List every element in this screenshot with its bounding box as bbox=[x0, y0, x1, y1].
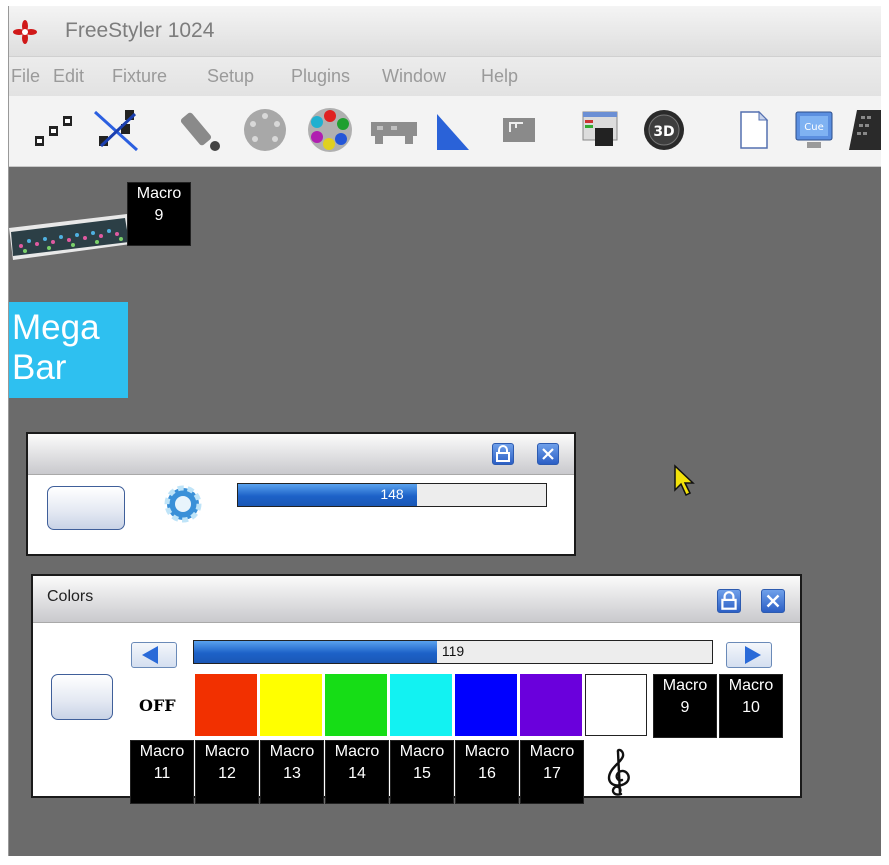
svg-text:3D: 3D bbox=[653, 124, 674, 140]
macro-label: Macro bbox=[728, 677, 774, 694]
macro-11-button[interactable]: Macro 11 bbox=[130, 740, 194, 804]
dmx-panel-icon[interactable] bbox=[499, 106, 539, 154]
color-swatch[interactable] bbox=[325, 674, 387, 736]
fixture-macro-number: 9 bbox=[154, 207, 164, 224]
new-document-icon[interactable] bbox=[735, 106, 771, 154]
colors-panel-header[interactable]: Colors bbox=[33, 576, 800, 623]
close-icon bbox=[766, 594, 780, 608]
spinner-icon bbox=[164, 485, 202, 523]
arrow-right-icon bbox=[745, 646, 761, 664]
color-swatch[interactable] bbox=[520, 674, 582, 736]
toolbar: 3D Cue bbox=[9, 96, 881, 167]
macro-16-button[interactable]: Macro 16 bbox=[455, 740, 519, 804]
color-swatch[interactable] bbox=[585, 674, 647, 736]
close-button[interactable] bbox=[761, 589, 785, 613]
menu-plugins[interactable]: Plugins bbox=[291, 66, 350, 87]
color-progress-value: 119 bbox=[441, 643, 465, 659]
macro-label: Macro bbox=[529, 743, 575, 760]
macro-label: Macro bbox=[139, 743, 185, 760]
colors-panel-title: Colors bbox=[47, 588, 94, 605]
fixture-name-line2: Bar bbox=[12, 348, 67, 387]
lock-button[interactable] bbox=[717, 589, 741, 613]
menu-bar: File Edit Fixture Setup Plugins Window H… bbox=[9, 56, 881, 97]
fixture-name-label[interactable]: Mega Bar bbox=[9, 302, 128, 398]
gobo-wheel-icon[interactable] bbox=[241, 106, 289, 154]
macro-number: 13 bbox=[283, 765, 301, 782]
color-swatch[interactable] bbox=[260, 674, 322, 736]
macro-number: 14 bbox=[348, 765, 366, 782]
freestyler-logo-icon bbox=[13, 20, 37, 44]
color-swatch[interactable] bbox=[390, 674, 452, 736]
macro-number: 10 bbox=[742, 699, 760, 716]
macro-number: 9 bbox=[680, 699, 690, 716]
macro-number: 12 bbox=[218, 765, 236, 782]
slope-icon[interactable] bbox=[433, 106, 473, 154]
macro-15-button[interactable]: Macro 15 bbox=[390, 740, 454, 804]
lock-icon bbox=[721, 591, 737, 610]
macro-9-button[interactable]: Macro 9 bbox=[653, 674, 717, 738]
panel-action-button[interactable] bbox=[47, 486, 125, 530]
menu-window[interactable]: Window bbox=[382, 66, 446, 87]
window-title: FreeStyler 1024 bbox=[65, 19, 215, 42]
macro-number: 15 bbox=[413, 765, 431, 782]
menu-file[interactable]: File bbox=[11, 66, 40, 87]
menu-edit[interactable]: Edit bbox=[53, 66, 84, 87]
disconnect-fixtures-icon[interactable] bbox=[91, 106, 143, 154]
next-button[interactable] bbox=[726, 642, 772, 668]
macro-17-button[interactable]: Macro 17 bbox=[520, 740, 584, 804]
close-button[interactable] bbox=[537, 443, 559, 465]
macro-10-button[interactable]: Macro 10 bbox=[719, 674, 783, 738]
led-bar-fixture-image[interactable] bbox=[9, 214, 131, 266]
color-wheel-icon[interactable] bbox=[305, 106, 355, 154]
macro-label: Macro bbox=[334, 743, 380, 760]
fixture-macro-badge[interactable]: Macro 9 bbox=[127, 182, 191, 246]
app-window: FreeStyler 1024 File Edit Fixture Setup … bbox=[8, 6, 881, 856]
close-icon bbox=[542, 448, 554, 460]
macro-14-button[interactable]: Macro 14 bbox=[325, 740, 389, 804]
fixture-name-line1: Mega bbox=[12, 308, 100, 347]
macro-label: Macro bbox=[269, 743, 315, 760]
color-progress-bar[interactable]: 119 bbox=[193, 640, 713, 664]
previous-button[interactable] bbox=[131, 642, 177, 668]
keyboard-icon[interactable] bbox=[847, 106, 881, 154]
title-bar: FreeStyler 1024 bbox=[9, 6, 881, 56]
3d-view-icon[interactable]: 3D bbox=[641, 106, 687, 154]
cue-editor-icon[interactable] bbox=[579, 106, 623, 154]
macro-number: 17 bbox=[543, 765, 561, 782]
connect-fixtures-icon[interactable] bbox=[31, 106, 79, 154]
color-swatch[interactable] bbox=[455, 674, 517, 736]
macro-label: Macro bbox=[399, 743, 445, 760]
colors-panel: Colors 119 OFF Macro 9 Macro 10 Macro 11… bbox=[31, 574, 802, 804]
macro-label: Macro bbox=[204, 743, 250, 760]
color-off-button[interactable]: OFF bbox=[139, 696, 176, 715]
macro-number: 16 bbox=[478, 765, 496, 782]
macro-12-button[interactable]: Macro 12 bbox=[195, 740, 259, 804]
menu-setup[interactable]: Setup bbox=[207, 66, 254, 87]
macro-label: Macro bbox=[662, 677, 708, 694]
macro-number: 11 bbox=[153, 765, 171, 782]
fixture-macro-label: Macro bbox=[136, 185, 182, 202]
macro-label: Macro bbox=[464, 743, 510, 760]
scanner-icon[interactable] bbox=[179, 106, 231, 154]
treble-clef-icon[interactable] bbox=[599, 748, 639, 798]
color-swatch[interactable] bbox=[195, 674, 257, 736]
lock-icon bbox=[496, 445, 510, 462]
mouse-pointer-icon bbox=[674, 464, 695, 497]
lock-button[interactable] bbox=[492, 443, 514, 465]
cue-monitor-icon[interactable]: Cue bbox=[793, 106, 835, 154]
bar-fixture-icon[interactable] bbox=[367, 106, 421, 154]
speed-progress-value: 148 bbox=[380, 486, 404, 502]
menu-fixture[interactable]: Fixture bbox=[112, 66, 167, 87]
macro-speed-panel: 148 bbox=[26, 432, 576, 556]
menu-help[interactable]: Help bbox=[481, 66, 518, 87]
svg-text:Cue: Cue bbox=[804, 122, 823, 133]
speed-progress-bar[interactable]: 148 bbox=[237, 483, 547, 507]
arrow-left-icon bbox=[142, 646, 158, 664]
colors-action-button[interactable] bbox=[51, 674, 113, 720]
macro-13-button[interactable]: Macro 13 bbox=[260, 740, 324, 804]
